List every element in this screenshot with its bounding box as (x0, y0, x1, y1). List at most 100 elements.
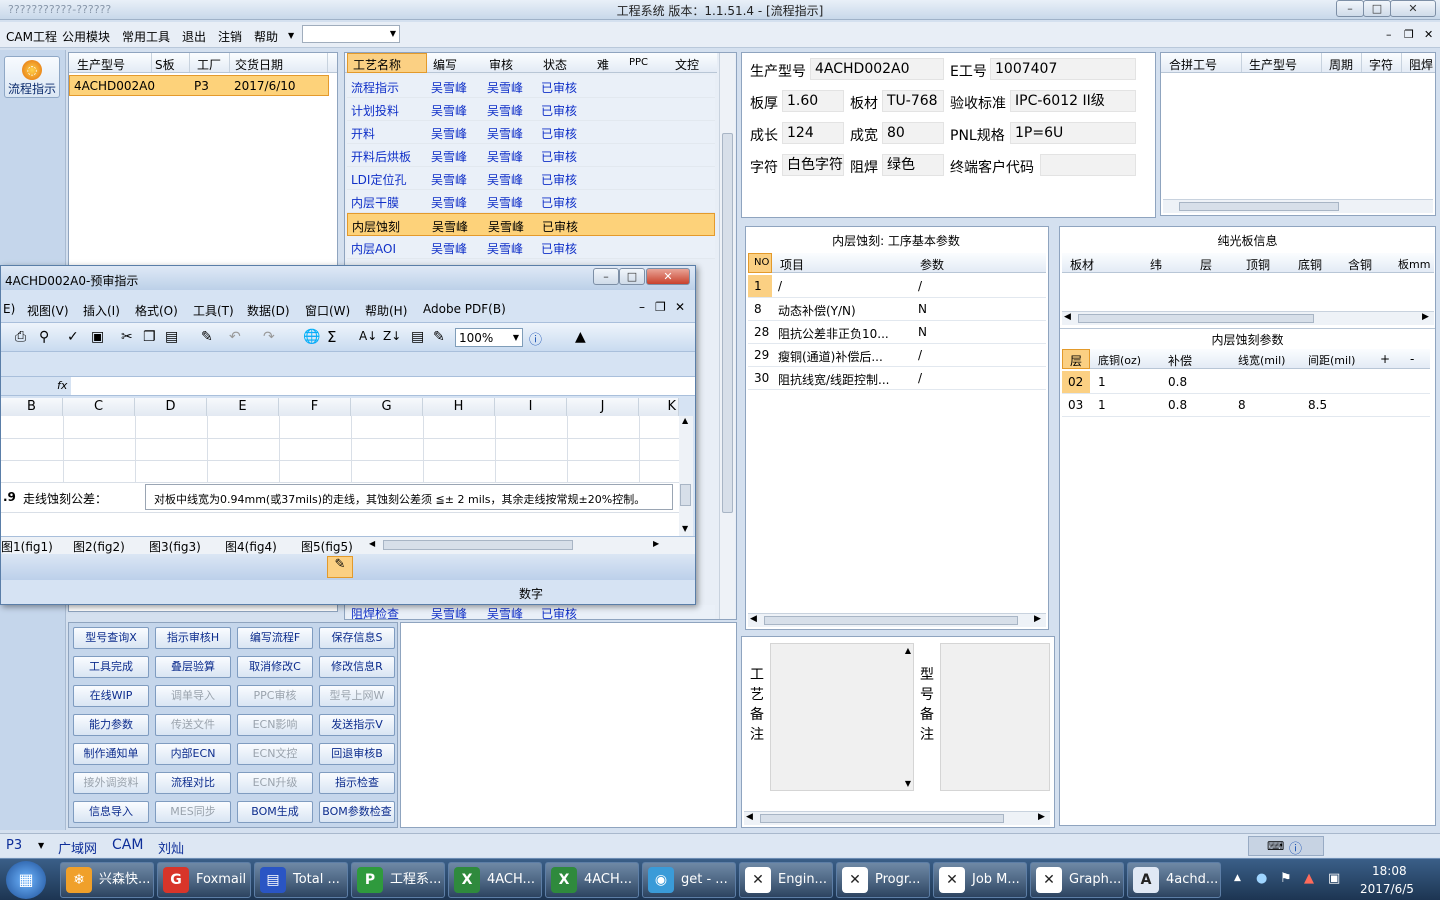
maximize-button[interactable]: □ (1363, 0, 1391, 17)
mask-field[interactable]: 绿色 (882, 154, 944, 176)
table-row[interactable]: 29 瘦铜(通道)补偿后... / (748, 344, 1046, 367)
horizontal-scrollbar[interactable]: ◀ ▶ (367, 539, 665, 552)
col-minus[interactable]: - (1410, 352, 1414, 366)
action-button[interactable]: 保存信息S (319, 627, 395, 649)
sort-desc-icon[interactable]: Z↓ (383, 329, 401, 343)
keyboard-icon[interactable]: ⌨ (1267, 839, 1284, 853)
autosum-icon[interactable]: Σ (327, 328, 336, 346)
col-ppc[interactable]: PPC (629, 57, 648, 68)
sheet-tab[interactable]: 图3(fig3) (149, 538, 201, 555)
tray-network-icon[interactable]: ● (1256, 871, 1267, 886)
col-compensation[interactable]: 补偿 (1168, 352, 1192, 369)
sheet-area[interactable]: .9 走线蚀刻公差： 对板中线宽为0.94mm(或37mils)的走线，其蚀刻公… (1, 416, 693, 536)
tray-flag-icon[interactable]: ⚑ (1280, 871, 1292, 886)
chevron-down-icon[interactable]: ▼ (288, 31, 294, 40)
table-row[interactable]: 计划投料 吴雪峰 吴雪峰 已审核 (347, 98, 715, 121)
table-row[interactable]: 8 动态补偿(Y/N) N (748, 298, 1046, 321)
excel-doc-restore[interactable]: ❐ (655, 300, 666, 314)
help-icon[interactable]: ⓘ (1289, 838, 1302, 857)
scroll-left-icon[interactable]: ◀ (1064, 312, 1071, 322)
help-icon[interactable]: ⓘ (529, 329, 542, 348)
column-header[interactable]: J (567, 398, 639, 416)
column-header[interactable]: E (207, 398, 279, 416)
col-value[interactable]: 参数 (920, 256, 944, 273)
column-header[interactable]: I (495, 398, 567, 416)
scroll-right-icon[interactable]: ▶ (1034, 614, 1041, 624)
menu-logout[interactable]: 注销 (218, 28, 242, 45)
mdi-minimize-button[interactable]: – (1386, 28, 1392, 41)
sheet-tab[interactable]: 图2(fig2) (73, 538, 125, 555)
sort-asc-icon[interactable]: A↓ (359, 329, 377, 343)
action-button[interactable]: 内部ECN (155, 743, 231, 765)
action-button[interactable]: 工具完成 (73, 656, 149, 678)
excel-menu-format[interactable]: 格式(O) (135, 302, 178, 319)
excel-menu-tools[interactable]: 工具(T) (193, 302, 234, 319)
menu-tools[interactable]: 常用工具 (122, 28, 170, 45)
column-header[interactable]: C (63, 398, 135, 416)
length-field[interactable]: 124 (782, 122, 844, 144)
col-board-mm[interactable]: 板mm (1398, 256, 1430, 272)
col-base-copper[interactable]: 底铜(oz) (1098, 352, 1141, 368)
minimize-button[interactable]: – (1336, 0, 1364, 17)
col-factory[interactable]: 工厂 (197, 56, 221, 73)
col-s[interactable]: S板 (155, 56, 175, 73)
col-writer[interactable]: 编写 (433, 56, 457, 73)
horizontal-scrollbar[interactable] (1163, 199, 1433, 213)
width-field[interactable]: 80 (882, 122, 944, 144)
scroll-thumb[interactable] (1179, 202, 1339, 211)
redo-icon[interactable]: ↷ (263, 329, 275, 345)
scroll-down-icon[interactable]: ▼ (682, 524, 688, 533)
scroll-up-icon[interactable]: ▲ (905, 646, 911, 655)
clock-date[interactable]: 2017/6/5 (1360, 882, 1414, 896)
column-header[interactable]: H (423, 398, 495, 416)
excel-menu-help[interactable]: 帮助(H) (365, 302, 407, 319)
taskbar-item[interactable]: X 4ACH... (545, 862, 639, 898)
table-row[interactable]: 阻焊检查 吴雪峰 吴雪峰 已审核 (347, 605, 715, 619)
taskbar-item[interactable]: A 4achd... (1127, 862, 1221, 898)
col-contain-copper[interactable]: 含铜 (1348, 256, 1372, 273)
action-button[interactable]: 接外调资料 (73, 772, 149, 794)
column-header[interactable]: G (351, 398, 423, 416)
process-remark-field[interactable]: ▲ ▼ (770, 643, 914, 791)
research-icon[interactable]: ▣ (91, 329, 104, 345)
action-button[interactable]: BOM参数检查 (319, 801, 395, 823)
table-row[interactable]: 内层干膜 吴雪峰 吴雪峰 已审核 (347, 190, 715, 213)
cut-icon[interactable]: ✂ (121, 329, 133, 345)
pnl-field[interactable]: 1P=6U (1010, 122, 1136, 144)
col-line-width[interactable]: 线宽(mil) (1238, 352, 1285, 368)
taskbar-item[interactable]: P 工程系... (351, 862, 445, 898)
excel-menu-edit[interactable]: E) (3, 302, 15, 316)
table-row-selected[interactable]: 内层蚀刻 吴雪峰 吴雪峰 已审核 (347, 213, 715, 236)
scroll-right-icon[interactable]: ▶ (653, 539, 659, 548)
start-button[interactable]: ▦ (6, 861, 46, 899)
tray-app-icon[interactable]: ▲ (1304, 871, 1314, 886)
action-button[interactable]: 指示审核H (155, 627, 231, 649)
action-button[interactable]: ECN文控 (237, 743, 313, 765)
action-button[interactable]: 调单导入 (155, 685, 231, 707)
cell-content[interactable]: 对板中线宽为0.94mm(或37mils)的走线，其蚀刻公差须 ≦± 2 mil… (145, 484, 673, 510)
menu-combo[interactable]: ▼ (302, 25, 400, 43)
standard-field[interactable]: IPC-6012 II级 (1010, 90, 1136, 112)
col-top-copper[interactable]: 顶铜 (1246, 256, 1270, 273)
taskbar-item[interactable]: ◉ get - ... (642, 862, 736, 898)
table-row[interactable]: 流程指示 吴雪峰 吴雪峰 已审核 (347, 75, 715, 98)
close-button[interactable]: ✕ (1390, 0, 1436, 17)
taskbar-item[interactable]: ✕ Job M... (933, 862, 1027, 898)
action-button[interactable]: BOM生成 (237, 801, 313, 823)
action-button[interactable]: 型号上网W (319, 685, 395, 707)
excel-menu-pdf[interactable]: Adobe PDF(B) (423, 302, 506, 316)
copy-icon[interactable]: ❐ (143, 329, 156, 345)
scroll-right-icon[interactable]: ▶ (1422, 312, 1429, 322)
fill-color-icon[interactable]: ▲ (575, 329, 586, 345)
table-row[interactable]: LDI定位孔 吴雪峰 吴雪峰 已审核 (347, 167, 715, 190)
col-difficulty[interactable]: 难 (597, 56, 609, 73)
material-field[interactable]: TU-768 (882, 90, 944, 112)
col-char[interactable]: 字符 (1369, 56, 1393, 73)
col-model[interactable]: 生产型号 (77, 56, 125, 73)
taskbar-item[interactable]: ✕ Graph... (1030, 862, 1124, 898)
excel-close-button[interactable]: ✕ (646, 268, 690, 285)
scroll-left-icon[interactable]: ◀ (746, 812, 753, 822)
scroll-left-icon[interactable]: ◀ (369, 539, 375, 548)
hyperlink-icon[interactable]: 🌐 (303, 329, 320, 345)
scroll-thumb[interactable] (1078, 314, 1314, 323)
